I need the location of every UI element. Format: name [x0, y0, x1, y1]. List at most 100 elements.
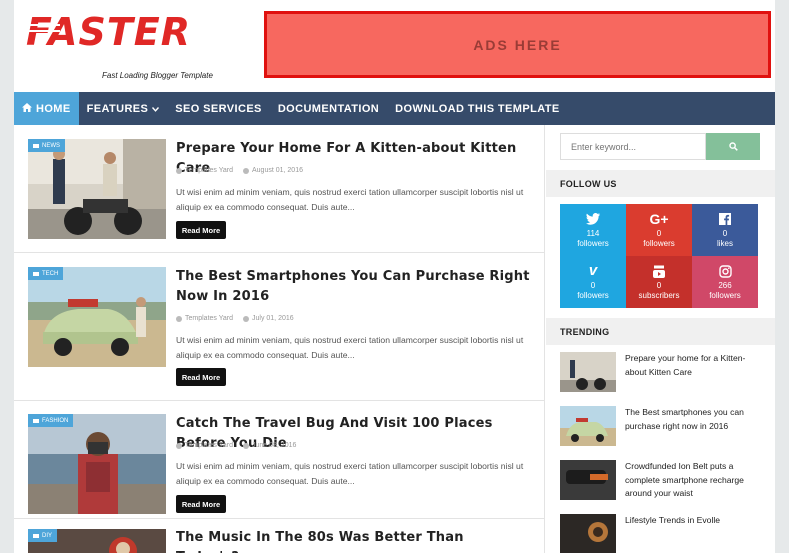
folder-icon — [33, 533, 39, 538]
trending-thumbnail — [560, 352, 616, 392]
user-icon — [176, 315, 182, 322]
category-label[interactable]: TECH — [28, 267, 64, 280]
post-title[interactable]: The Music In The 80s Was Better Than Tod… — [176, 528, 531, 553]
nav-features-label: FEATURES — [86, 102, 149, 115]
youtube-unit: subscribers — [638, 291, 680, 300]
google-plus-count: 0 — [656, 229, 662, 238]
post-date: August 01, 2016 — [252, 167, 303, 174]
nav-download-template[interactable]: DOWNLOAD THIS TEMPLATE — [387, 92, 567, 125]
facebook-icon — [719, 211, 731, 227]
post-item: FASHION Catch The Travel Bug And Visit 1… — [14, 401, 545, 519]
follow-us-title: FOLLOW US — [546, 170, 775, 197]
google-plus-icon: G+ — [649, 211, 669, 227]
site-logo[interactable]: FASTER Fast Loading Blogger Template — [24, 12, 213, 80]
twitter-count: 114 — [586, 229, 600, 238]
post-excerpt: Ut wisi enim ad minim veniam, quis nostr… — [176, 461, 524, 486]
post-excerpt: Ut wisi enim ad minim veniam, quis nostr… — [176, 187, 524, 212]
header: FASTER Fast Loading Blogger Template ADS… — [14, 0, 775, 92]
folder-icon — [33, 418, 39, 423]
youtube-count: 0 — [656, 281, 662, 290]
trending-title: TRENDING — [546, 318, 775, 345]
vimeo-unit: followers — [577, 291, 609, 300]
ad-banner-text: ADS HERE — [473, 36, 562, 53]
trending-item[interactable]: Crowdfunded Ion Belt puts a complete sma… — [560, 460, 765, 501]
trending-title-text: Lifestyle Trends in Evolle — [625, 515, 721, 525]
twitter-follow[interactable]: 114 followers — [560, 204, 626, 256]
chevron-down-icon — [152, 104, 160, 114]
clock-icon — [243, 315, 249, 322]
post-date: July 01, 2016 — [252, 315, 294, 322]
post-thumbnail[interactable]: TECH — [28, 267, 166, 367]
read-more-button[interactable]: Read More — [176, 221, 226, 239]
facebook-follow[interactable]: 0 likes — [692, 204, 758, 256]
trending-title-text: The Best smartphones you can purchase ri… — [625, 407, 744, 431]
nav-documentation-label: DOCUMENTATION — [277, 102, 380, 115]
trending-title-text: Prepare your home for a Kitten-about Kit… — [625, 353, 746, 377]
read-more-button[interactable]: Read More — [176, 495, 226, 513]
nav-seo-label: SEO SERVICES — [175, 102, 262, 115]
instagram-count: 266 — [718, 281, 732, 290]
post-author[interactable]: Templates Yard — [185, 442, 233, 449]
instagram-icon — [718, 263, 732, 279]
post-item: NEWS Prepare Your Home For A Kitten-abou… — [14, 125, 545, 253]
trending-title-text: Crowdfunded Ion Belt puts a complete sma… — [625, 461, 744, 498]
nav-seo-services[interactable]: SEO SERVICES — [167, 92, 270, 125]
trending-thumbnail — [560, 406, 616, 446]
trending-item[interactable]: The Best smartphones you can purchase ri… — [560, 406, 765, 446]
home-icon — [22, 102, 32, 115]
post-list: NEWS Prepare Your Home For A Kitten-abou… — [14, 125, 545, 553]
category-label[interactable]: DIY — [28, 529, 58, 542]
folder-icon — [33, 271, 39, 276]
post-author[interactable]: Templates Yard — [185, 315, 233, 322]
vimeo-count: 0 — [590, 281, 596, 290]
post-thumbnail[interactable]: NEWS — [28, 139, 166, 239]
tagline: Fast Loading Blogger Template — [102, 71, 213, 80]
clock-icon — [243, 167, 249, 174]
trending-item[interactable]: Lifestyle Trends in Evolle — [560, 514, 765, 553]
main-nav: HOME FEATURES SEO SERVICES DOCUMENTATION… — [14, 92, 775, 125]
category-label[interactable]: NEWS — [28, 139, 65, 152]
post-item: DIY The Music In The 80s Was Better Than… — [14, 519, 545, 553]
clock-icon — [243, 442, 249, 449]
post-item: TECH The Best Smartphones You Can Purcha… — [14, 253, 545, 401]
youtube-follow[interactable]: 0 subscribers — [626, 256, 692, 308]
category-label[interactable]: FASHION — [28, 414, 74, 427]
google-plus-follow[interactable]: G+ 0 followers — [626, 204, 692, 256]
nav-home-label: HOME — [36, 102, 71, 115]
nav-download-label: DOWNLOAD THIS TEMPLATE — [395, 102, 560, 115]
search-button[interactable] — [706, 133, 760, 160]
nav-features[interactable]: FEATURES — [79, 92, 168, 125]
folder-icon — [33, 143, 39, 148]
vimeo-icon: v — [588, 262, 598, 279]
read-more-button[interactable]: Read More — [176, 368, 226, 386]
nav-documentation[interactable]: DOCUMENTATION — [270, 92, 387, 125]
user-icon — [176, 442, 182, 449]
category-text: TECH — [42, 270, 59, 277]
search-input[interactable] — [560, 133, 706, 160]
category-text: NEWS — [42, 142, 60, 149]
post-thumbnail[interactable]: DIY — [28, 529, 166, 553]
trending-thumbnail — [560, 514, 616, 553]
instagram-follow[interactable]: 266 followers — [692, 256, 758, 308]
logo-speed-lines — [24, 24, 60, 42]
post-date: June 08, 2016 — [252, 442, 297, 449]
search-icon — [728, 138, 738, 156]
post-meta: Templates Yard June 08, 2016 — [176, 442, 296, 449]
page: FASTER Fast Loading Blogger Template ADS… — [14, 0, 775, 553]
social-counter-grid: 114 followers G+ 0 followers 0 likes v 0… — [560, 204, 758, 308]
nav-home[interactable]: HOME — [14, 92, 79, 125]
twitter-icon — [586, 211, 600, 227]
trending-item[interactable]: Prepare your home for a Kitten-about Kit… — [560, 352, 765, 392]
user-icon — [176, 167, 182, 174]
post-author[interactable]: Templates Yard — [185, 167, 233, 174]
post-title[interactable]: The Best Smartphones You Can Purchase Ri… — [176, 267, 531, 307]
post-thumbnail[interactable]: FASHION — [28, 414, 166, 514]
post-meta: Templates Yard July 01, 2016 — [176, 315, 294, 322]
facebook-unit: likes — [716, 239, 733, 248]
google-plus-unit: followers — [643, 239, 675, 248]
ad-banner[interactable]: ADS HERE — [264, 11, 771, 78]
instagram-unit: followers — [709, 291, 741, 300]
post-excerpt: Ut wisi enim ad minim veniam, quis nostr… — [176, 335, 524, 360]
youtube-icon — [652, 263, 666, 279]
vimeo-follow[interactable]: v 0 followers — [560, 256, 626, 308]
